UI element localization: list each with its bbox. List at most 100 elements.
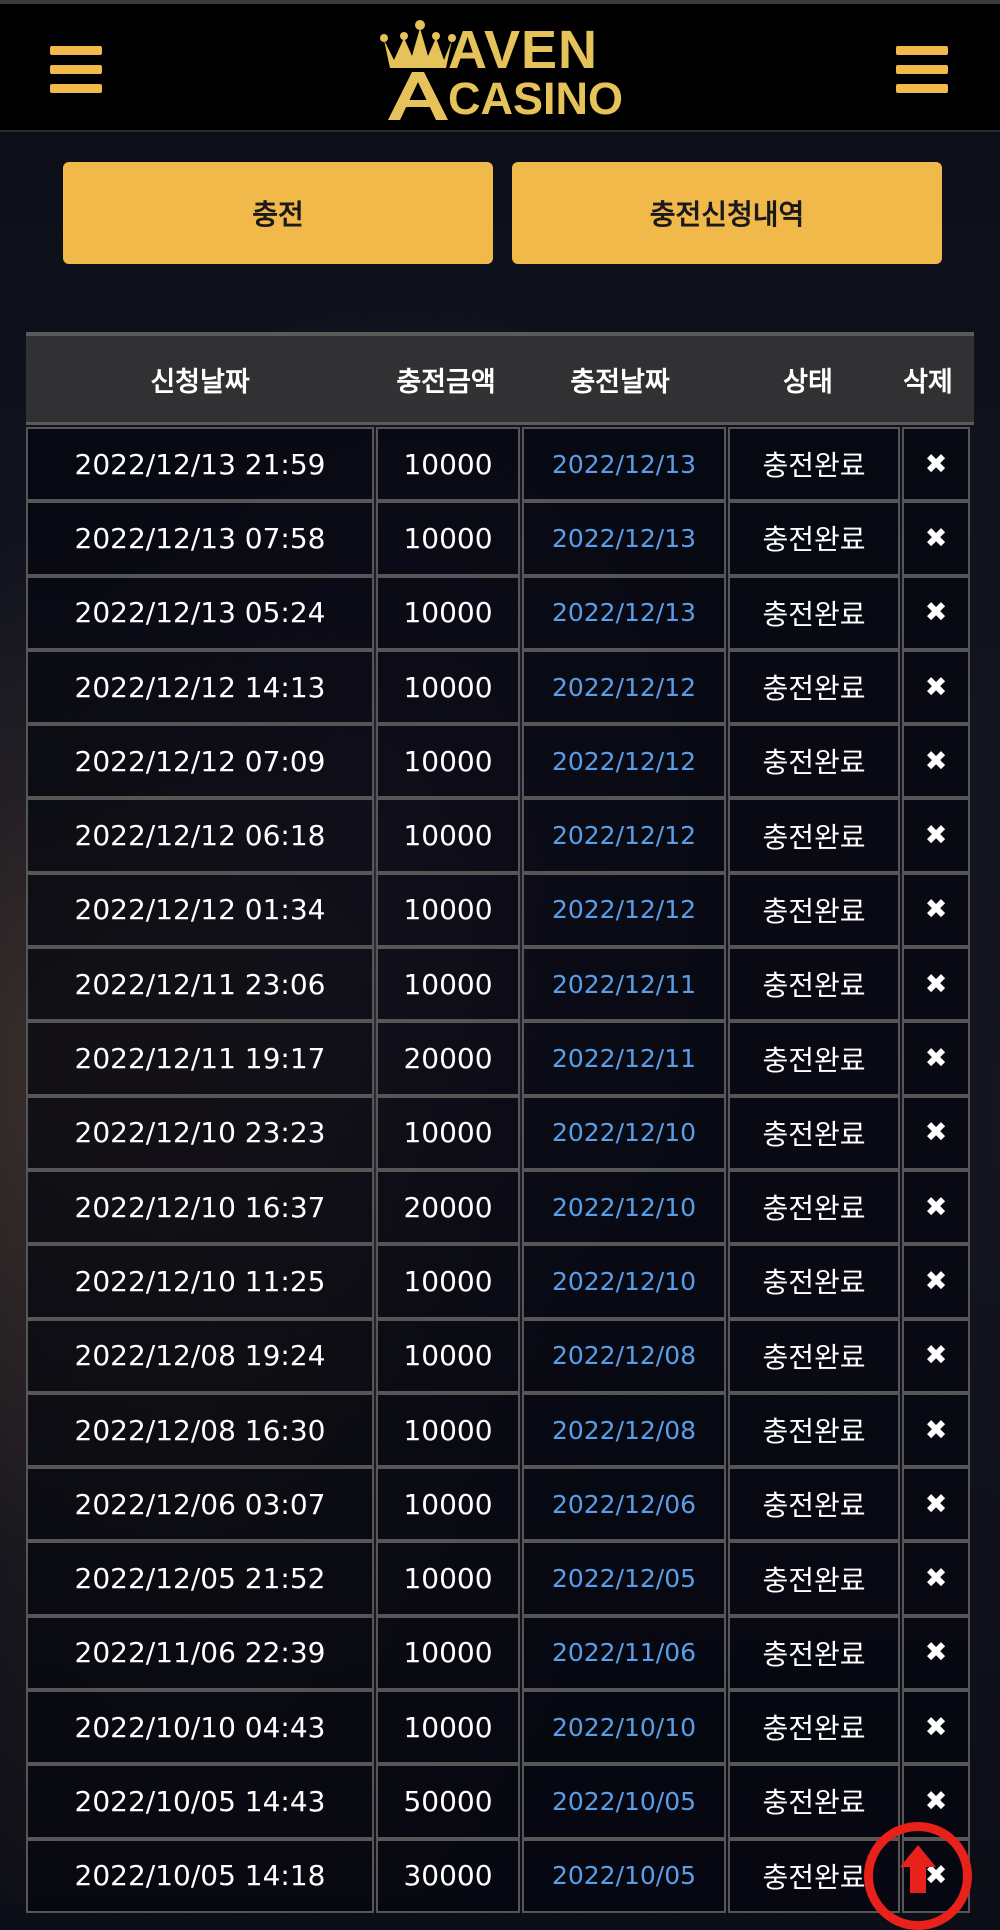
hamburger-menu-icon[interactable] bbox=[896, 46, 948, 94]
delete-x-icon[interactable]: ✖ bbox=[925, 820, 948, 851]
delete-x-icon[interactable]: ✖ bbox=[925, 523, 948, 554]
delete-x-icon[interactable]: ✖ bbox=[925, 1786, 948, 1817]
cell-request-date: 2022/12/06 03:07 bbox=[26, 1467, 374, 1542]
cell-request-date: 2022/12/08 16:30 bbox=[26, 1392, 374, 1468]
cell-status: 충전완료 bbox=[728, 1392, 900, 1468]
hamburger-menu-icon[interactable] bbox=[50, 46, 102, 94]
cell-amount: 10000 bbox=[376, 872, 520, 948]
cell-charge-date: 2022/12/12 bbox=[522, 649, 726, 725]
delete-icon[interactable]: ✖ bbox=[902, 501, 970, 576]
logo[interactable]: AVEN CASINO bbox=[378, 16, 628, 124]
delete-x-icon[interactable]: ✖ bbox=[925, 1340, 948, 1371]
cell-request-date: 2022/10/05 14:43 bbox=[26, 1764, 374, 1839]
cell-status: 충전완료 bbox=[728, 501, 900, 576]
crown-icon bbox=[380, 20, 456, 120]
table-row: 2022/12/08 16:30 10000 2022/12/08 충전완료 ✖ bbox=[26, 1392, 974, 1468]
cell-amount: 10000 bbox=[376, 427, 520, 502]
delete-icon[interactable]: ✖ bbox=[902, 427, 970, 502]
delete-x-icon[interactable]: ✖ bbox=[925, 1637, 948, 1668]
table-row: 2022/12/10 16:37 20000 2022/12/10 충전완료 ✖ bbox=[26, 1169, 974, 1245]
table-row: 2022/12/06 03:07 10000 2022/12/06 충전완료 ✖ bbox=[26, 1467, 974, 1542]
cell-status: 충전완료 bbox=[728, 1318, 900, 1393]
delete-icon[interactable]: ✖ bbox=[902, 1169, 970, 1245]
cell-request-date: 2022/12/11 19:17 bbox=[26, 1021, 374, 1096]
delete-x-icon[interactable]: ✖ bbox=[925, 1043, 948, 1074]
delete-icon[interactable]: ✖ bbox=[902, 1244, 970, 1319]
cell-charge-date: 2022/12/12 bbox=[522, 872, 726, 948]
cell-request-date: 2022/12/10 11:25 bbox=[26, 1244, 374, 1319]
charge-history-button[interactable]: 충전신청내역 bbox=[512, 162, 942, 264]
table-row: 2022/10/05 14:43 50000 2022/10/05 충전완료 ✖ bbox=[26, 1764, 974, 1839]
cell-status: 충전완료 bbox=[728, 724, 900, 799]
cell-request-date: 2022/12/13 21:59 bbox=[26, 427, 374, 502]
delete-icon[interactable]: ✖ bbox=[902, 872, 970, 948]
delete-icon[interactable]: ✖ bbox=[902, 1541, 970, 1616]
delete-icon[interactable]: ✖ bbox=[902, 575, 970, 650]
cell-charge-date: 2022/12/05 bbox=[522, 1541, 726, 1616]
delete-icon[interactable]: ✖ bbox=[902, 798, 970, 873]
cell-charge-date: 2022/12/13 bbox=[522, 575, 726, 650]
cell-amount: 10000 bbox=[376, 947, 520, 1022]
charge-button[interactable]: 충전 bbox=[63, 162, 493, 264]
cell-amount: 10000 bbox=[376, 1615, 520, 1691]
delete-x-icon[interactable]: ✖ bbox=[925, 1489, 948, 1520]
arrow-up-icon bbox=[900, 1845, 936, 1867]
delete-icon[interactable]: ✖ bbox=[902, 1318, 970, 1393]
table-row: 2022/12/11 23:06 10000 2022/12/11 충전완료 ✖ bbox=[26, 947, 974, 1022]
cell-amount: 20000 bbox=[376, 1021, 520, 1096]
table-row: 2022/12/08 19:24 10000 2022/12/08 충전완료 ✖ bbox=[26, 1318, 974, 1393]
cell-request-date: 2022/12/12 14:13 bbox=[26, 649, 374, 725]
table-row: 2022/11/06 22:39 10000 2022/11/06 충전완료 ✖ bbox=[26, 1615, 974, 1691]
delete-x-icon[interactable]: ✖ bbox=[925, 672, 948, 703]
delete-icon[interactable]: ✖ bbox=[902, 649, 970, 725]
cell-amount: 10000 bbox=[376, 1467, 520, 1542]
cell-amount: 10000 bbox=[376, 1690, 520, 1765]
cell-amount: 10000 bbox=[376, 724, 520, 799]
table-row: 2022/12/11 19:17 20000 2022/12/11 충전완료 ✖ bbox=[26, 1021, 974, 1096]
delete-icon[interactable]: ✖ bbox=[902, 947, 970, 1022]
delete-x-icon[interactable]: ✖ bbox=[925, 449, 948, 480]
delete-x-icon[interactable]: ✖ bbox=[925, 597, 948, 628]
delete-icon[interactable]: ✖ bbox=[902, 1467, 970, 1542]
cell-amount: 10000 bbox=[376, 1318, 520, 1393]
cell-status: 충전완료 bbox=[728, 1021, 900, 1096]
delete-x-icon[interactable]: ✖ bbox=[925, 1563, 948, 1594]
cell-amount: 10000 bbox=[376, 1541, 520, 1616]
scroll-to-top-button[interactable] bbox=[864, 1822, 972, 1930]
delete-x-icon[interactable]: ✖ bbox=[925, 1192, 948, 1223]
logo-text-aven: AVEN bbox=[448, 20, 599, 80]
delete-icon[interactable]: ✖ bbox=[902, 1690, 970, 1765]
delete-x-icon[interactable]: ✖ bbox=[925, 746, 948, 777]
table-row: 2022/12/13 21:59 10000 2022/12/13 충전완료 ✖ bbox=[26, 427, 974, 502]
table-row: 2022/10/05 14:18 30000 2022/10/05 충전완료 ✖ bbox=[26, 1838, 974, 1913]
cell-charge-date: 2022/12/10 bbox=[522, 1244, 726, 1319]
cell-request-date: 2022/11/06 22:39 bbox=[26, 1615, 374, 1691]
delete-x-icon[interactable]: ✖ bbox=[925, 1712, 948, 1743]
cell-request-date: 2022/12/08 19:24 bbox=[26, 1318, 374, 1393]
cell-amount: 50000 bbox=[376, 1764, 520, 1839]
delete-icon[interactable]: ✖ bbox=[902, 1392, 970, 1468]
table-row: 2022/12/10 11:25 10000 2022/12/10 충전완료 ✖ bbox=[26, 1244, 974, 1319]
cell-amount: 10000 bbox=[376, 1392, 520, 1468]
delete-x-icon[interactable]: ✖ bbox=[925, 1415, 948, 1446]
delete-x-icon[interactable]: ✖ bbox=[925, 1266, 948, 1297]
table-row: 2022/12/13 07:58 10000 2022/12/13 충전완료 ✖ bbox=[26, 501, 974, 576]
cell-status: 충전완료 bbox=[728, 575, 900, 650]
cell-amount: 10000 bbox=[376, 501, 520, 576]
delete-icon[interactable]: ✖ bbox=[902, 1095, 970, 1170]
cell-status: 충전완료 bbox=[728, 1467, 900, 1542]
cell-request-date: 2022/12/12 01:34 bbox=[26, 872, 374, 948]
cell-amount: 30000 bbox=[376, 1838, 520, 1913]
cell-amount: 10000 bbox=[376, 798, 520, 873]
delete-x-icon[interactable]: ✖ bbox=[925, 1117, 948, 1148]
cell-charge-date: 2022/12/13 bbox=[522, 427, 726, 502]
delete-x-icon[interactable]: ✖ bbox=[925, 969, 948, 1000]
delete-icon[interactable]: ✖ bbox=[902, 1615, 970, 1691]
cell-status: 충전완료 bbox=[728, 1095, 900, 1170]
logo-text-casino: CASINO bbox=[448, 73, 624, 124]
cell-status: 충전완료 bbox=[728, 947, 900, 1022]
charge-history-table: 신청날짜 충전금액 충전날짜 상태 삭제 2022/12/13 21:59 100… bbox=[26, 332, 974, 1913]
delete-icon[interactable]: ✖ bbox=[902, 1021, 970, 1096]
delete-icon[interactable]: ✖ bbox=[902, 724, 970, 799]
delete-x-icon[interactable]: ✖ bbox=[925, 894, 948, 925]
